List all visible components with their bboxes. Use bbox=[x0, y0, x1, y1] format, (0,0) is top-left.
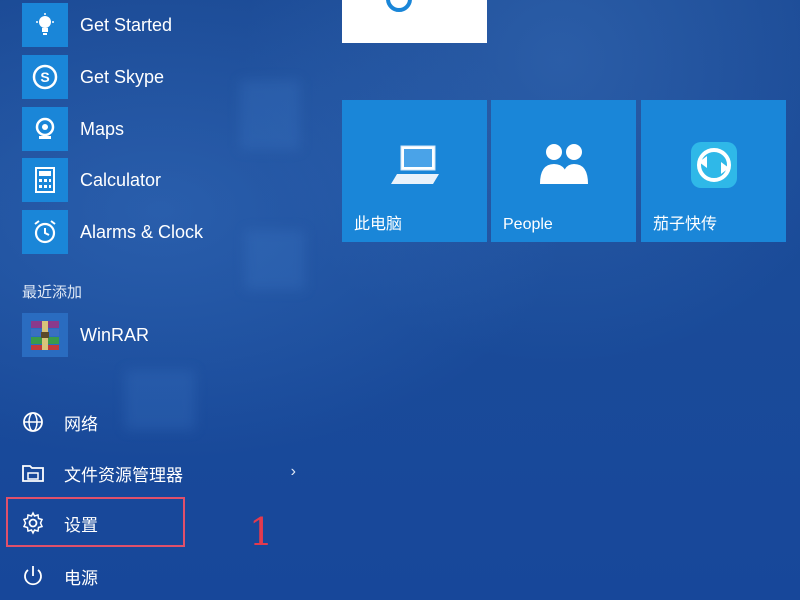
app-item-calculator[interactable]: Calculator bbox=[22, 158, 312, 202]
maps-camera-icon bbox=[22, 107, 68, 151]
tile-transfer-app[interactable]: 茄子快传 bbox=[641, 100, 786, 242]
start-item-power[interactable]: 电源 bbox=[20, 556, 300, 596]
tile-people[interactable]: People bbox=[491, 100, 636, 242]
start-item-label: 网络 bbox=[64, 414, 98, 434]
tile-label: People bbox=[503, 216, 553, 233]
winrar-icon bbox=[22, 313, 68, 357]
tile-this-pc[interactable]: 此电脑 bbox=[342, 100, 487, 242]
start-item-file-explorer[interactable]: 文件资源管理器 › bbox=[20, 453, 300, 493]
power-icon bbox=[20, 563, 46, 589]
partial-top-tile[interactable] bbox=[342, 0, 487, 43]
start-item-network[interactable]: 网络 bbox=[20, 402, 300, 442]
start-item-label: 文件资源管理器 bbox=[64, 465, 183, 485]
app-label: Alarms & Clock bbox=[80, 221, 204, 242]
app-label: Get Started bbox=[80, 14, 173, 35]
app-item-alarms-clock[interactable]: Alarms & Clock bbox=[22, 210, 312, 254]
app-label: Get Skype bbox=[80, 66, 165, 87]
file-explorer-icon bbox=[20, 460, 46, 486]
transfer-app-icon bbox=[641, 140, 786, 190]
app-label: WinRAR bbox=[80, 324, 150, 345]
app-item-get-skype[interactable]: S Get Skype bbox=[22, 55, 312, 99]
annotation-step-number: 1 bbox=[249, 510, 274, 554]
partial-tile-icon bbox=[386, 0, 412, 12]
recently-added-heading: 最近添加 bbox=[22, 284, 83, 301]
network-globe-icon bbox=[20, 409, 46, 435]
app-item-get-started[interactable]: Get Started bbox=[22, 3, 312, 47]
calculator-icon bbox=[22, 158, 68, 202]
chevron-right-icon[interactable]: › bbox=[291, 463, 296, 481]
svg-text:S: S bbox=[40, 69, 49, 85]
app-item-winrar[interactable]: WinRAR bbox=[22, 313, 312, 357]
alarm-clock-icon bbox=[22, 210, 68, 254]
gear-icon bbox=[20, 510, 46, 536]
app-item-maps[interactable]: Maps bbox=[22, 107, 312, 151]
computer-icon bbox=[342, 140, 487, 190]
app-label: Maps bbox=[80, 118, 125, 139]
tile-label: 此电脑 bbox=[354, 216, 403, 233]
tile-label: 茄子快传 bbox=[653, 216, 718, 233]
app-label: Calculator bbox=[80, 169, 162, 190]
people-icon bbox=[491, 140, 636, 190]
lightbulb-icon bbox=[22, 3, 68, 47]
start-item-label: 设置 bbox=[64, 515, 98, 535]
skype-icon: S bbox=[22, 55, 68, 99]
start-item-label: 电源 bbox=[64, 568, 98, 588]
